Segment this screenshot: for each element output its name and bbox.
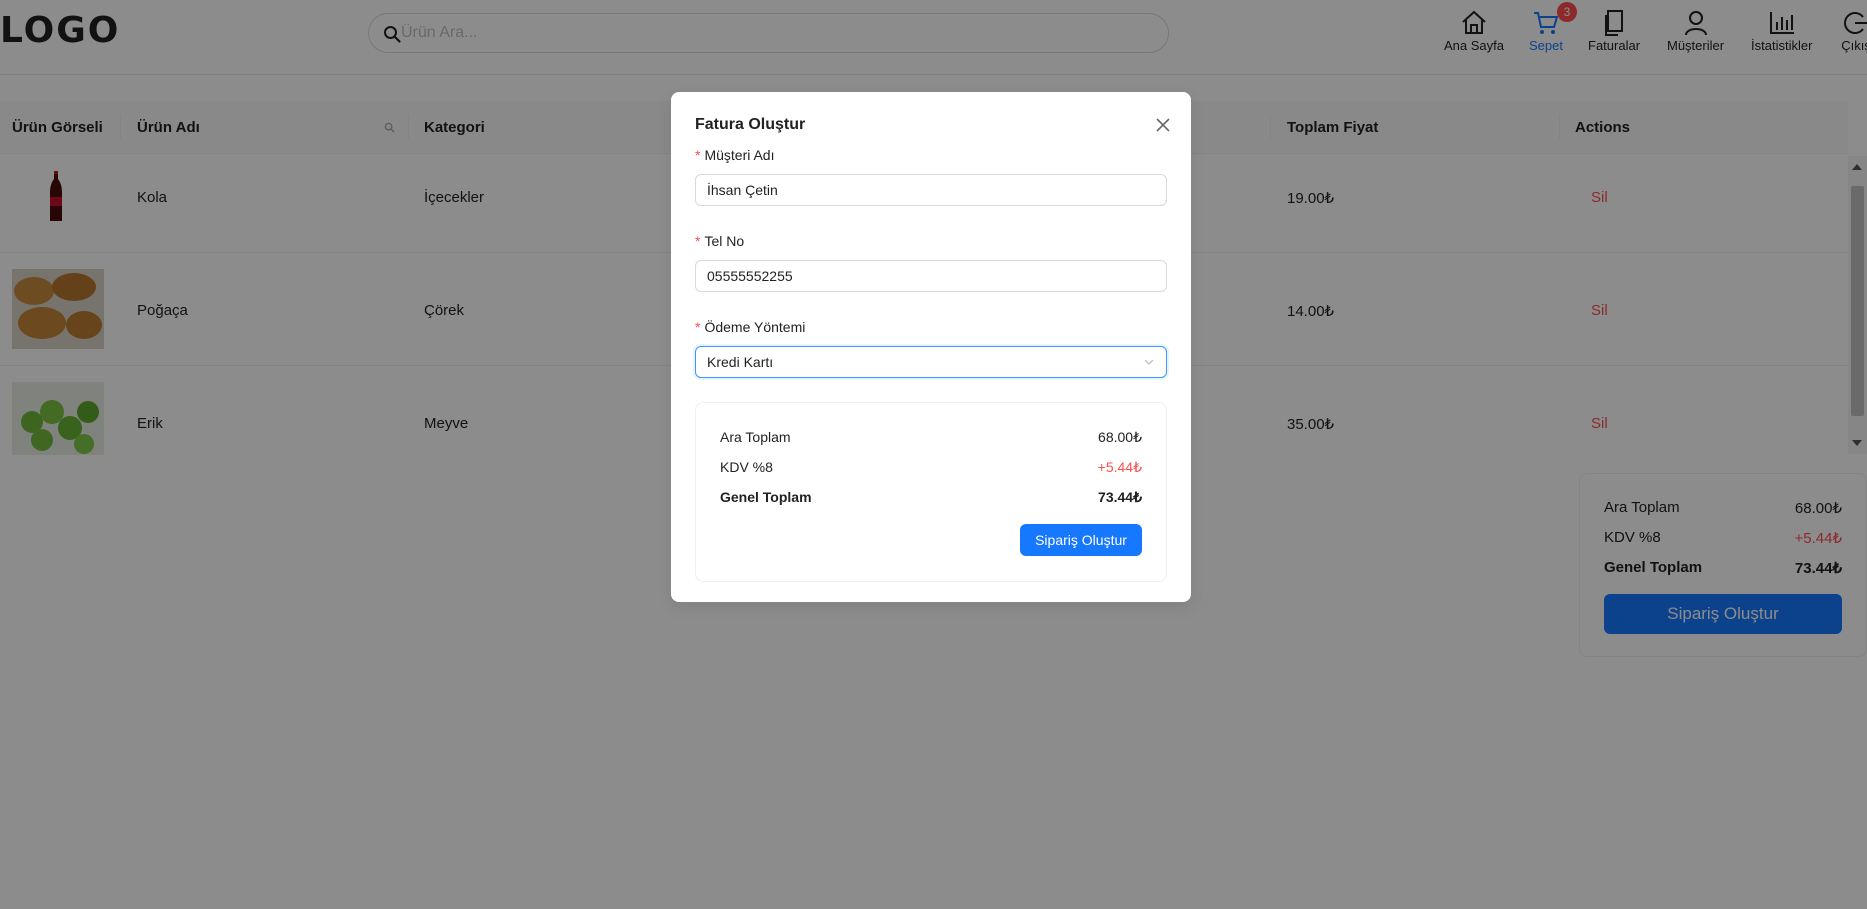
required-mark: * <box>695 319 701 335</box>
payment-method-label: * Ödeme Yöntemi <box>695 319 806 335</box>
required-mark: * <box>695 233 701 249</box>
subtotal-value: 68.00₺ <box>1098 429 1142 445</box>
tax-label: KDV %8 <box>720 459 773 475</box>
chevron-down-icon <box>1144 359 1154 365</box>
total-value: 73.44₺ <box>1098 489 1142 505</box>
total-label: Genel Toplam <box>720 489 812 505</box>
close-icon[interactable] <box>1154 116 1172 134</box>
total-row: Genel Toplam 73.44₺ <box>720 489 1142 505</box>
payment-method-value: Kredi Kartı <box>707 354 774 370</box>
subtotal-label: Ara Toplam <box>720 429 791 445</box>
phone-label: * Tel No <box>695 233 745 249</box>
invoice-modal: Fatura Oluştur * Müşteri Adı İhsan Çetin … <box>671 92 1191 602</box>
required-mark: * <box>695 147 701 163</box>
modal-title: Fatura Oluştur <box>695 116 806 133</box>
customer-name-input[interactable]: İhsan Çetin <box>695 174 1167 206</box>
subtotal-row: Ara Toplam 68.00₺ <box>720 429 1142 445</box>
tax-value: +5.44₺ <box>1097 459 1142 475</box>
payment-method-select[interactable]: Kredi Kartı <box>695 346 1167 378</box>
customer-name-label: * Müşteri Adı <box>695 147 775 163</box>
create-order-button[interactable]: Sipariş Oluştur <box>1020 524 1142 556</box>
invoice-summary-card: Ara Toplam 68.00₺ KDV %8 +5.44₺ Genel To… <box>695 402 1167 582</box>
phone-input[interactable]: 05555552255 <box>695 260 1167 292</box>
tax-row: KDV %8 +5.44₺ <box>720 459 1142 475</box>
